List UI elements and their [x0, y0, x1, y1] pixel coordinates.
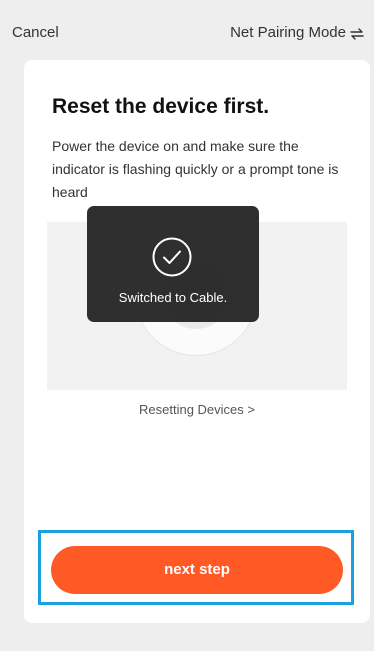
switch-arrows-icon	[350, 27, 364, 40]
net-pairing-mode-label: Net Pairing Mode	[230, 24, 346, 41]
toast-message: Switched to Cable.	[118, 290, 228, 305]
check-circle-icon	[151, 236, 193, 278]
top-bar: Cancel Net Pairing Mode	[0, 0, 374, 62]
toast-notification: Switched to Cable.	[87, 206, 259, 322]
next-step-button[interactable]: next step	[51, 546, 343, 594]
page-title: Reset the device first.	[52, 95, 270, 118]
cancel-button[interactable]: Cancel	[12, 24, 59, 42]
instruction-text: Power the device on and make sure the in…	[52, 138, 339, 200]
resetting-devices-link[interactable]: Resetting Devices >	[24, 402, 370, 418]
screen: Cancel Net Pairing Mode Reset the device…	[0, 0, 374, 651]
net-pairing-mode-button[interactable]: Net Pairing Mode	[230, 24, 364, 42]
